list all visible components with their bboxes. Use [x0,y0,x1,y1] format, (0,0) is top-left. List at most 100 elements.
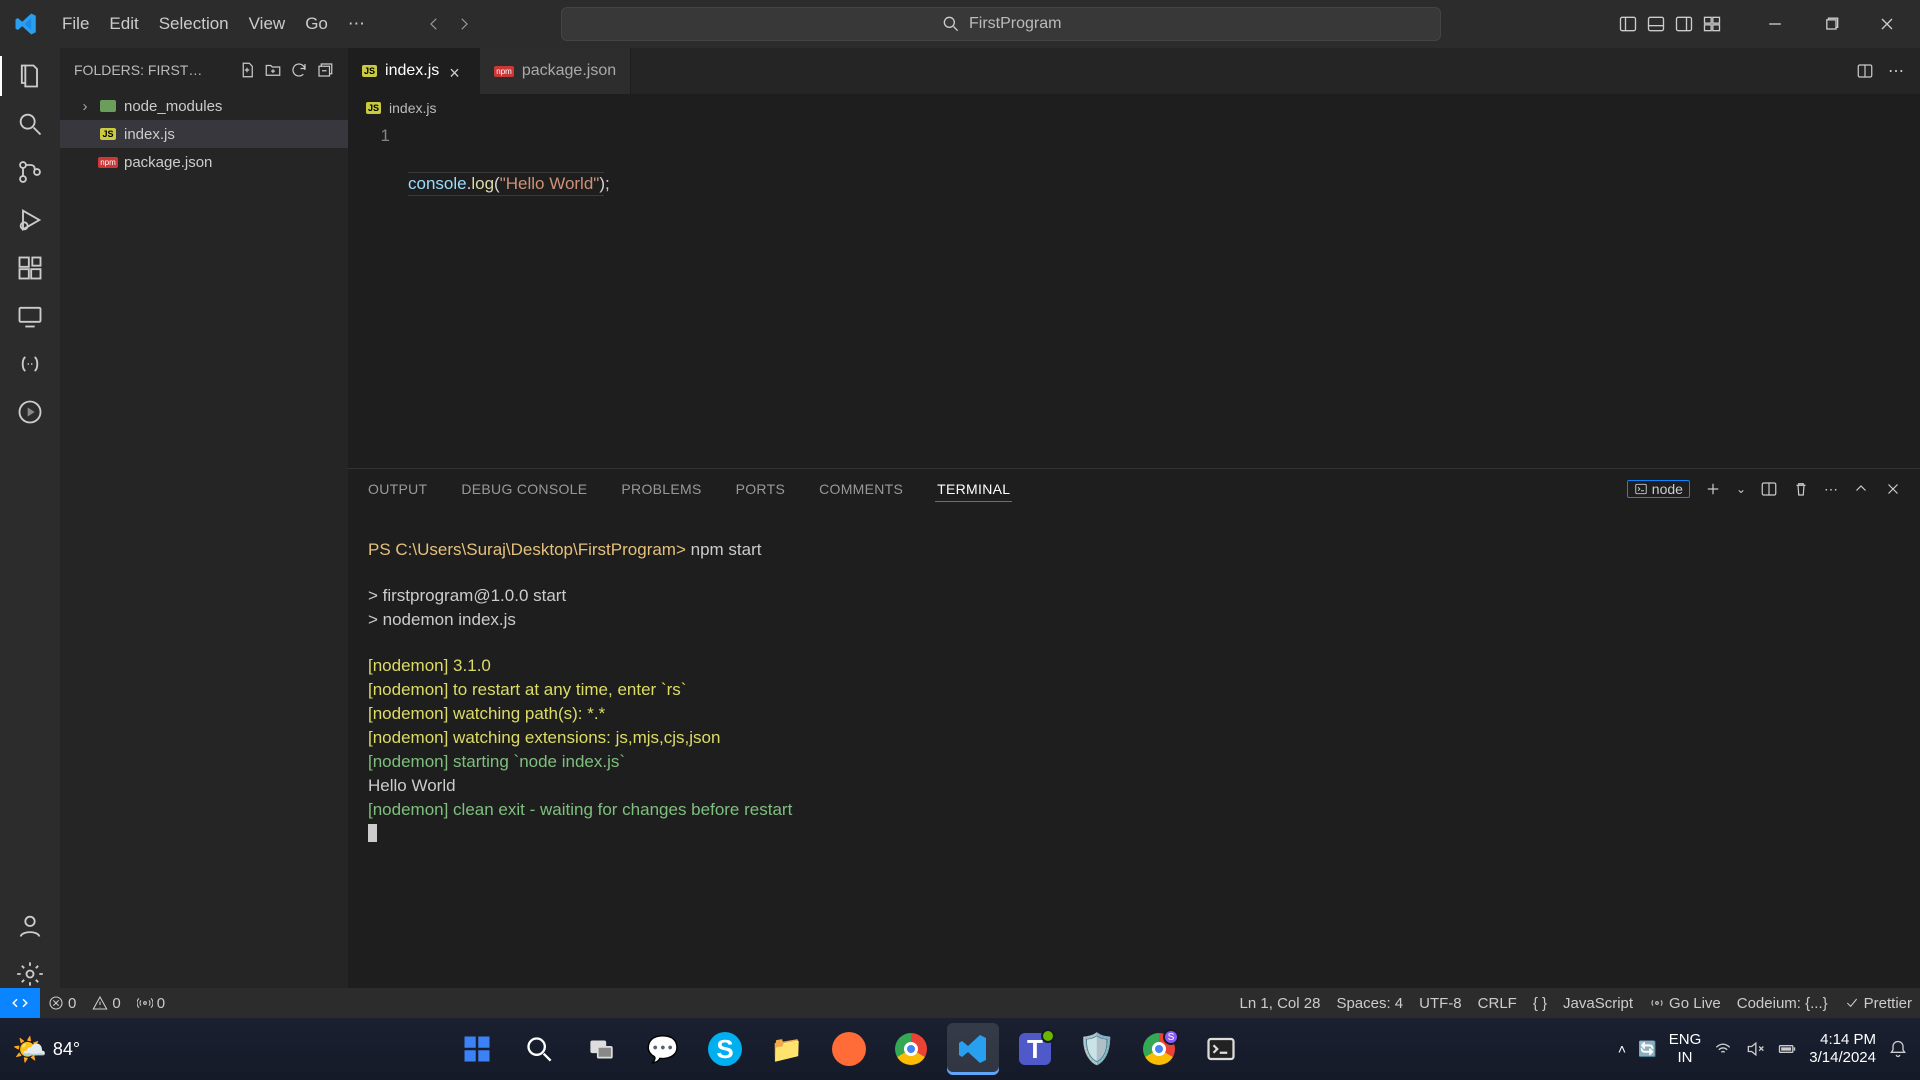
window-close-button[interactable] [1864,6,1910,42]
taskbar-app-chrome[interactable] [885,1023,937,1075]
panel-tab-output[interactable]: OUTPUT [366,477,429,501]
nav-forward-icon[interactable] [455,15,473,33]
status-spaces[interactable]: Spaces: 4 [1328,995,1411,1012]
folder-icon [98,98,118,114]
kill-terminal-icon[interactable] [1792,480,1810,498]
toggle-primary-sidebar-icon[interactable] [1618,14,1638,34]
panel-tab-problems[interactable]: PROBLEMS [619,477,703,501]
activity-explorer-icon[interactable] [16,62,44,90]
editor-tab-package-json[interactable]: npm package.json [480,48,631,94]
editor-more-actions-icon[interactable]: ⋯ [1888,61,1904,81]
taskbar-app-postman[interactable] [823,1023,875,1075]
battery-icon[interactable] [1777,1039,1797,1059]
activity-accounts-icon[interactable] [16,912,44,940]
toggle-panel-icon[interactable] [1646,14,1666,34]
remote-icon [11,994,29,1012]
command-center-search[interactable]: FirstProgram [561,7,1441,41]
status-encoding[interactable]: UTF-8 [1411,995,1470,1012]
notifications-icon[interactable] [1888,1039,1908,1059]
panel-tab-debug-console[interactable]: DEBUG CONSOLE [459,477,589,501]
status-codeium[interactable]: Codeium: {...} [1729,995,1836,1012]
collapse-folders-icon[interactable] [316,61,334,79]
new-terminal-icon[interactable] [1704,480,1722,498]
taskbar-app-teams-chat[interactable]: 💬 [637,1023,689,1075]
menu-more[interactable]: ⋯ [338,10,375,38]
status-errors[interactable]: 0 [40,995,84,1012]
wifi-icon[interactable] [1713,1039,1733,1059]
status-ln-col[interactable]: Ln 1, Col 28 [1232,995,1329,1012]
menu-go[interactable]: Go [295,10,338,38]
taskbar-app-vscode[interactable] [947,1023,999,1075]
taskbar-overflow-icon[interactable]: ˄ [1618,1041,1626,1057]
nav-back-icon[interactable] [425,15,443,33]
editor-body[interactable]: 1 console.log("Hello World"); [348,122,1920,468]
activity-run-debug-icon[interactable] [16,206,44,234]
activity-search-icon[interactable] [16,110,44,138]
activity-codeium-icon[interactable] [16,350,44,378]
taskbar-weather[interactable]: 🌤️ 84° [12,1033,80,1066]
menu-selection[interactable]: Selection [149,10,239,38]
panel-tab-comments[interactable]: COMMENTS [817,477,905,501]
status-language-braces[interactable]: { } [1525,995,1555,1012]
panel-tab-terminal[interactable]: TERMINAL [935,477,1012,502]
toggle-secondary-sidebar-icon[interactable] [1674,14,1694,34]
taskbar-onedrive-icon[interactable]: 🔄 [1638,1040,1657,1058]
activity-remote-explorer-icon[interactable] [16,302,44,330]
menu-view[interactable]: View [239,10,296,38]
taskbar-task-view[interactable] [575,1023,627,1075]
window-restore-button[interactable] [1808,6,1854,42]
terminal-profile-selector[interactable]: node [1627,480,1690,498]
code-content[interactable]: console.log("Hello World"); [408,122,610,468]
editor-tabs-bar: JS index.js × npm package.json ⋯ [348,48,1920,94]
bottom-panel: OUTPUT DEBUG CONSOLE PROBLEMS PORTS COMM… [348,468,1920,988]
status-go-live[interactable]: Go Live [1641,995,1729,1012]
menu-edit[interactable]: Edit [99,10,148,38]
activity-settings-icon[interactable] [16,960,44,988]
menu-file[interactable]: File [52,10,99,38]
tree-item-package-json[interactable]: npm package.json [60,148,348,176]
close-panel-icon[interactable] [1884,480,1902,498]
editor-breadcrumb[interactable]: JS index.js [348,94,1920,122]
taskbar-app-terminal[interactable] [1195,1023,1247,1075]
taskbar-app-brave[interactable]: 🛡️ [1071,1023,1123,1075]
tree-item-index-js[interactable]: JS index.js [60,120,348,148]
refresh-explorer-icon[interactable] [290,61,308,79]
new-file-icon[interactable] [238,61,256,79]
error-icon [48,995,64,1011]
terminal-output[interactable]: PS C:\Users\Suraj\Desktop\FirstProgram> … [348,509,1920,988]
volume-muted-icon[interactable] [1745,1039,1765,1059]
split-editor-icon[interactable] [1856,62,1874,80]
taskbar-app-chrome-profile[interactable]: S [1133,1023,1185,1075]
panel-tab-ports[interactable]: PORTS [734,477,787,501]
remote-indicator[interactable] [0,988,40,1018]
panel-more-actions-icon[interactable]: ⋯ [1824,481,1838,498]
taskbar-clock[interactable]: 4:14 PM 3/14/2024 [1809,1031,1876,1067]
terminal-dropdown-icon[interactable]: ⌄ [1736,482,1746,496]
close-tab-icon[interactable]: × [449,63,465,79]
taskbar-search[interactable] [513,1023,565,1075]
activity-source-control-icon[interactable] [16,158,44,186]
editor-tab-index-js[interactable]: JS index.js × [348,48,480,94]
status-eol[interactable]: CRLF [1470,995,1525,1012]
breadcrumb-file: index.js [389,100,436,116]
window-minimize-button[interactable] [1752,6,1798,42]
maximize-panel-icon[interactable] [1852,480,1870,498]
taskbar-language[interactable]: ENG IN [1669,1031,1702,1067]
editor-tab-label: index.js [385,62,439,80]
tree-item-node-modules[interactable]: › node_modules [60,92,348,120]
activity-live-server-icon[interactable] [16,398,44,426]
activity-extensions-icon[interactable] [16,254,44,282]
status-ports[interactable]: 0 [129,995,173,1012]
status-language[interactable]: JavaScript [1555,995,1641,1012]
taskbar-app-skype[interactable]: S [699,1023,751,1075]
new-folder-icon[interactable] [264,61,282,79]
taskbar-app-teams[interactable]: T [1009,1023,1061,1075]
customize-layout-icon[interactable] [1702,14,1722,34]
vscode-logo-icon [14,12,38,36]
status-prettier[interactable]: Prettier [1836,995,1920,1012]
taskbar-start-button[interactable] [451,1023,503,1075]
split-terminal-icon[interactable] [1760,480,1778,498]
status-warnings[interactable]: 0 [84,995,128,1012]
search-text: FirstProgram [969,15,1061,33]
taskbar-app-file-explorer[interactable]: 📁 [761,1023,813,1075]
